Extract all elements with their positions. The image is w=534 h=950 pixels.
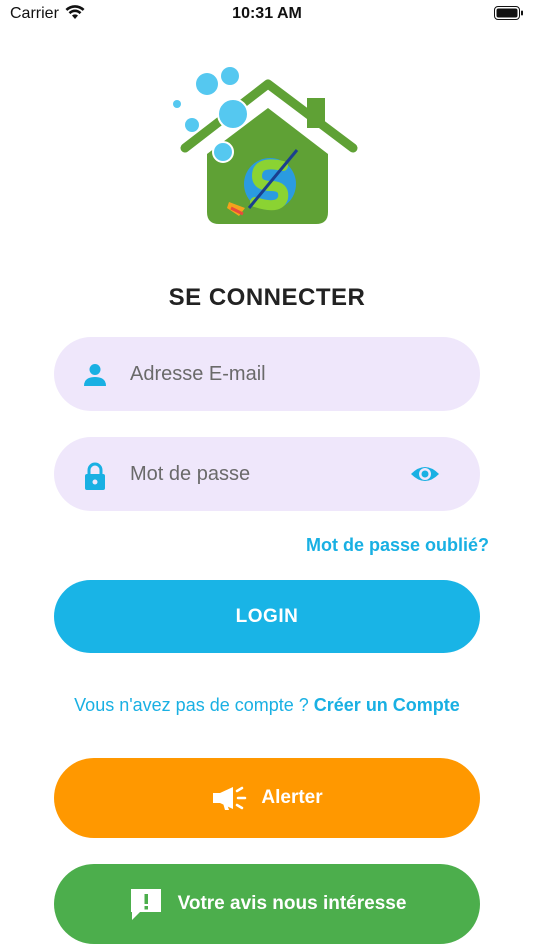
- battery-icon: [494, 6, 524, 25]
- megaphone-icon: [211, 785, 247, 811]
- create-account-link[interactable]: Créer un Compte: [314, 695, 460, 715]
- email-input[interactable]: [130, 337, 440, 411]
- email-field[interactable]: [54, 337, 480, 411]
- feedback-button-label: Votre avis nous intéresse: [177, 893, 407, 914]
- status-time: 10:31 AM: [232, 5, 302, 22]
- password-input[interactable]: [130, 437, 440, 511]
- feedback-button[interactable]: Votre avis nous intéresse: [54, 864, 480, 944]
- signup-prompt-text: Vous n'avez pas de compte ?: [74, 695, 309, 715]
- password-field[interactable]: [54, 437, 480, 511]
- signup-prompt: Vous n'avez pas de compte ? Créer un Com…: [0, 695, 534, 716]
- feedback-icon: [128, 886, 164, 922]
- login-button[interactable]: LOGIN: [54, 580, 480, 653]
- person-icon: [82, 362, 108, 388]
- login-button-label: LOGIN: [235, 605, 299, 627]
- forgot-password-link[interactable]: Mot de passe oublié?: [306, 535, 489, 556]
- app-logo: [165, 62, 365, 232]
- lock-icon: [82, 462, 108, 490]
- eye-icon[interactable]: [410, 461, 440, 487]
- alert-button[interactable]: Alerter: [54, 758, 480, 838]
- status-bar: Carrier 10:31 AM: [0, 0, 534, 30]
- alert-button-label: Alerter: [261, 787, 323, 808]
- page-title: SE CONNECTER: [168, 284, 366, 311]
